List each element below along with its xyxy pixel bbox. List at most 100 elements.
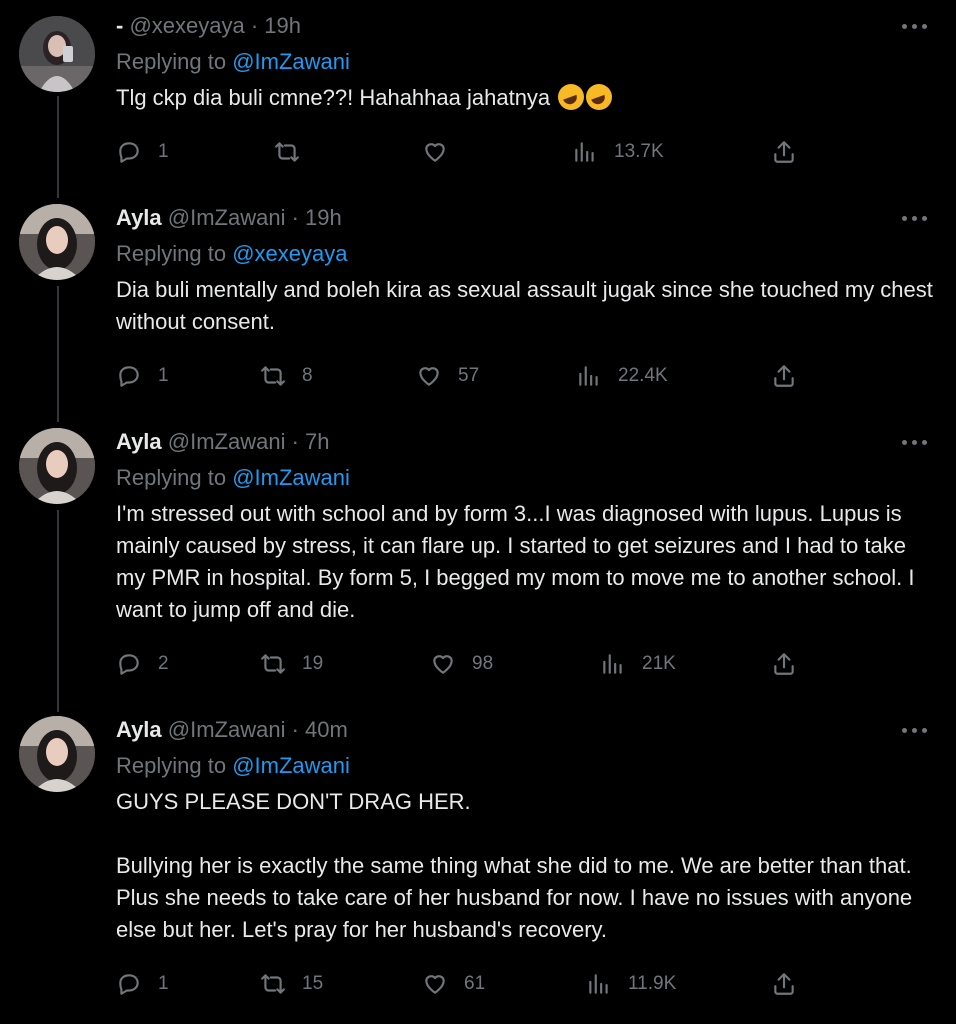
- reply-icon: [116, 363, 142, 389]
- views-icon: [600, 651, 626, 677]
- replying-to: Replying to @ImZawani: [116, 48, 938, 76]
- rolling-laughing-emoji-icon: [586, 84, 613, 110]
- like-count: 98: [472, 653, 494, 674]
- more-icon[interactable]: [902, 216, 928, 224]
- like-button[interactable]: 61: [422, 969, 485, 999]
- retweet-button[interactable]: [274, 137, 316, 167]
- like-button[interactable]: 57: [416, 361, 479, 391]
- share-button[interactable]: [771, 361, 797, 391]
- share-button[interactable]: [771, 969, 797, 999]
- reply-count: 2: [158, 653, 169, 674]
- handle[interactable]: @ImZawani: [168, 429, 286, 454]
- retweet-count: 19: [302, 653, 324, 674]
- views-button[interactable]: 21K: [600, 649, 676, 679]
- like-count: 57: [458, 365, 480, 386]
- more-icon[interactable]: [902, 24, 928, 32]
- avatar-photo: [19, 716, 95, 792]
- tweet-paragraph: Bullying her is exactly the same thing w…: [116, 853, 913, 942]
- views-button[interactable]: 22.4K: [576, 361, 668, 391]
- display-name[interactable]: Ayla: [116, 717, 162, 742]
- reply-handle-link[interactable]: @ImZawani: [232, 753, 350, 778]
- action-bar: 1 15 61 11.9K: [116, 969, 816, 999]
- retweet-icon: [260, 363, 286, 389]
- timestamp[interactable]: · 40m: [292, 717, 348, 742]
- tweet-header: Ayla @ImZawani · 7h: [116, 428, 938, 456]
- avatar-photo: [19, 16, 95, 92]
- reply-icon: [116, 139, 142, 165]
- reply-handle-link[interactable]: @xexeyaya: [232, 241, 347, 266]
- like-button[interactable]: [422, 137, 464, 167]
- retweet-button[interactable]: 19: [260, 649, 323, 679]
- share-button[interactable]: [771, 137, 797, 167]
- share-button[interactable]: [771, 649, 797, 679]
- timestamp[interactable]: · 7h: [292, 429, 330, 454]
- share-icon: [771, 363, 797, 389]
- retweet-icon: [274, 139, 300, 165]
- avatar[interactable]: [19, 428, 95, 504]
- reply-handle-link[interactable]: @ImZawani: [232, 465, 350, 490]
- share-icon: [771, 139, 797, 165]
- avatar[interactable]: [19, 204, 95, 280]
- views-icon: [576, 363, 602, 389]
- rolling-laughing-emoji-icon: [558, 84, 585, 110]
- retweet-button[interactable]: 15: [260, 969, 323, 999]
- reply-button[interactable]: 2: [116, 649, 169, 679]
- tweet-text: Tlg ckp dia buli cmne??! Hahahhaa jahatn…: [116, 82, 938, 114]
- replying-to-label: Replying to: [116, 753, 227, 778]
- avatar-photo: [19, 428, 95, 504]
- retweet-button[interactable]: 8: [260, 361, 313, 391]
- views-count: 22.4K: [618, 365, 668, 386]
- views-button[interactable]: 13.7K: [572, 137, 664, 167]
- tweet-header: Ayla @ImZawani · 19h: [116, 204, 938, 232]
- like-icon: [422, 139, 448, 165]
- avatar[interactable]: [19, 16, 95, 92]
- tweet-header: - @xexeyaya · 19h: [116, 12, 938, 40]
- views-count: 11.9K: [628, 973, 677, 994]
- more-icon[interactable]: [902, 728, 928, 736]
- reply-button[interactable]: 1: [116, 361, 169, 391]
- reply-button[interactable]: 1: [116, 137, 169, 167]
- display-name[interactable]: Ayla: [116, 429, 162, 454]
- like-icon: [416, 363, 442, 389]
- tweet-text: I'm stressed out with school and by form…: [116, 498, 938, 626]
- timestamp[interactable]: · 19h: [251, 13, 301, 38]
- action-bar: 1 13.7K: [116, 137, 816, 167]
- share-icon: [771, 971, 797, 997]
- tweet-text: Dia buli mentally and boleh kira as sexu…: [116, 274, 938, 338]
- handle[interactable]: @xexeyaya: [129, 13, 244, 38]
- tweet-text: GUYS PLEASE DON'T DRAG HER. Bullying her…: [116, 786, 938, 946]
- reply-count: 1: [158, 365, 169, 386]
- like-button[interactable]: 98: [430, 649, 493, 679]
- reply-button[interactable]: 1: [116, 969, 169, 999]
- avatar[interactable]: [19, 716, 95, 792]
- views-icon: [586, 971, 612, 997]
- display-name[interactable]: -: [116, 13, 123, 38]
- share-icon: [771, 651, 797, 677]
- like-count: 61: [464, 973, 486, 994]
- timestamp[interactable]: · 19h: [292, 205, 342, 230]
- handle[interactable]: @ImZawani: [168, 717, 286, 742]
- reply-count: 1: [158, 973, 169, 994]
- reply-count: 1: [158, 141, 169, 162]
- tweet-paragraph: Tlg ckp dia buli cmne??! Hahahhaa jahatn…: [116, 85, 551, 110]
- avatar-photo: [19, 204, 95, 280]
- replying-to-label: Replying to: [116, 465, 227, 490]
- retweet-icon: [260, 651, 286, 677]
- reply-icon: [116, 651, 142, 677]
- reply-icon: [116, 971, 142, 997]
- tweet-header: Ayla @ImZawani · 40m: [116, 716, 938, 744]
- handle[interactable]: @ImZawani: [168, 205, 286, 230]
- thread-line: [57, 96, 59, 198]
- retweet-icon: [260, 971, 286, 997]
- more-icon[interactable]: [902, 440, 928, 448]
- reply-handle-link[interactable]: @ImZawani: [232, 49, 350, 74]
- replying-to: Replying to @xexeyaya: [116, 240, 938, 268]
- like-icon: [422, 971, 448, 997]
- replying-to: Replying to @ImZawani: [116, 752, 938, 780]
- display-name[interactable]: Ayla: [116, 205, 162, 230]
- replying-to: Replying to @ImZawani: [116, 464, 938, 492]
- retweet-count: 8: [302, 365, 313, 386]
- views-button[interactable]: 11.9K: [586, 969, 676, 999]
- retweet-count: 15: [302, 973, 324, 994]
- views-count: 21K: [642, 653, 676, 674]
